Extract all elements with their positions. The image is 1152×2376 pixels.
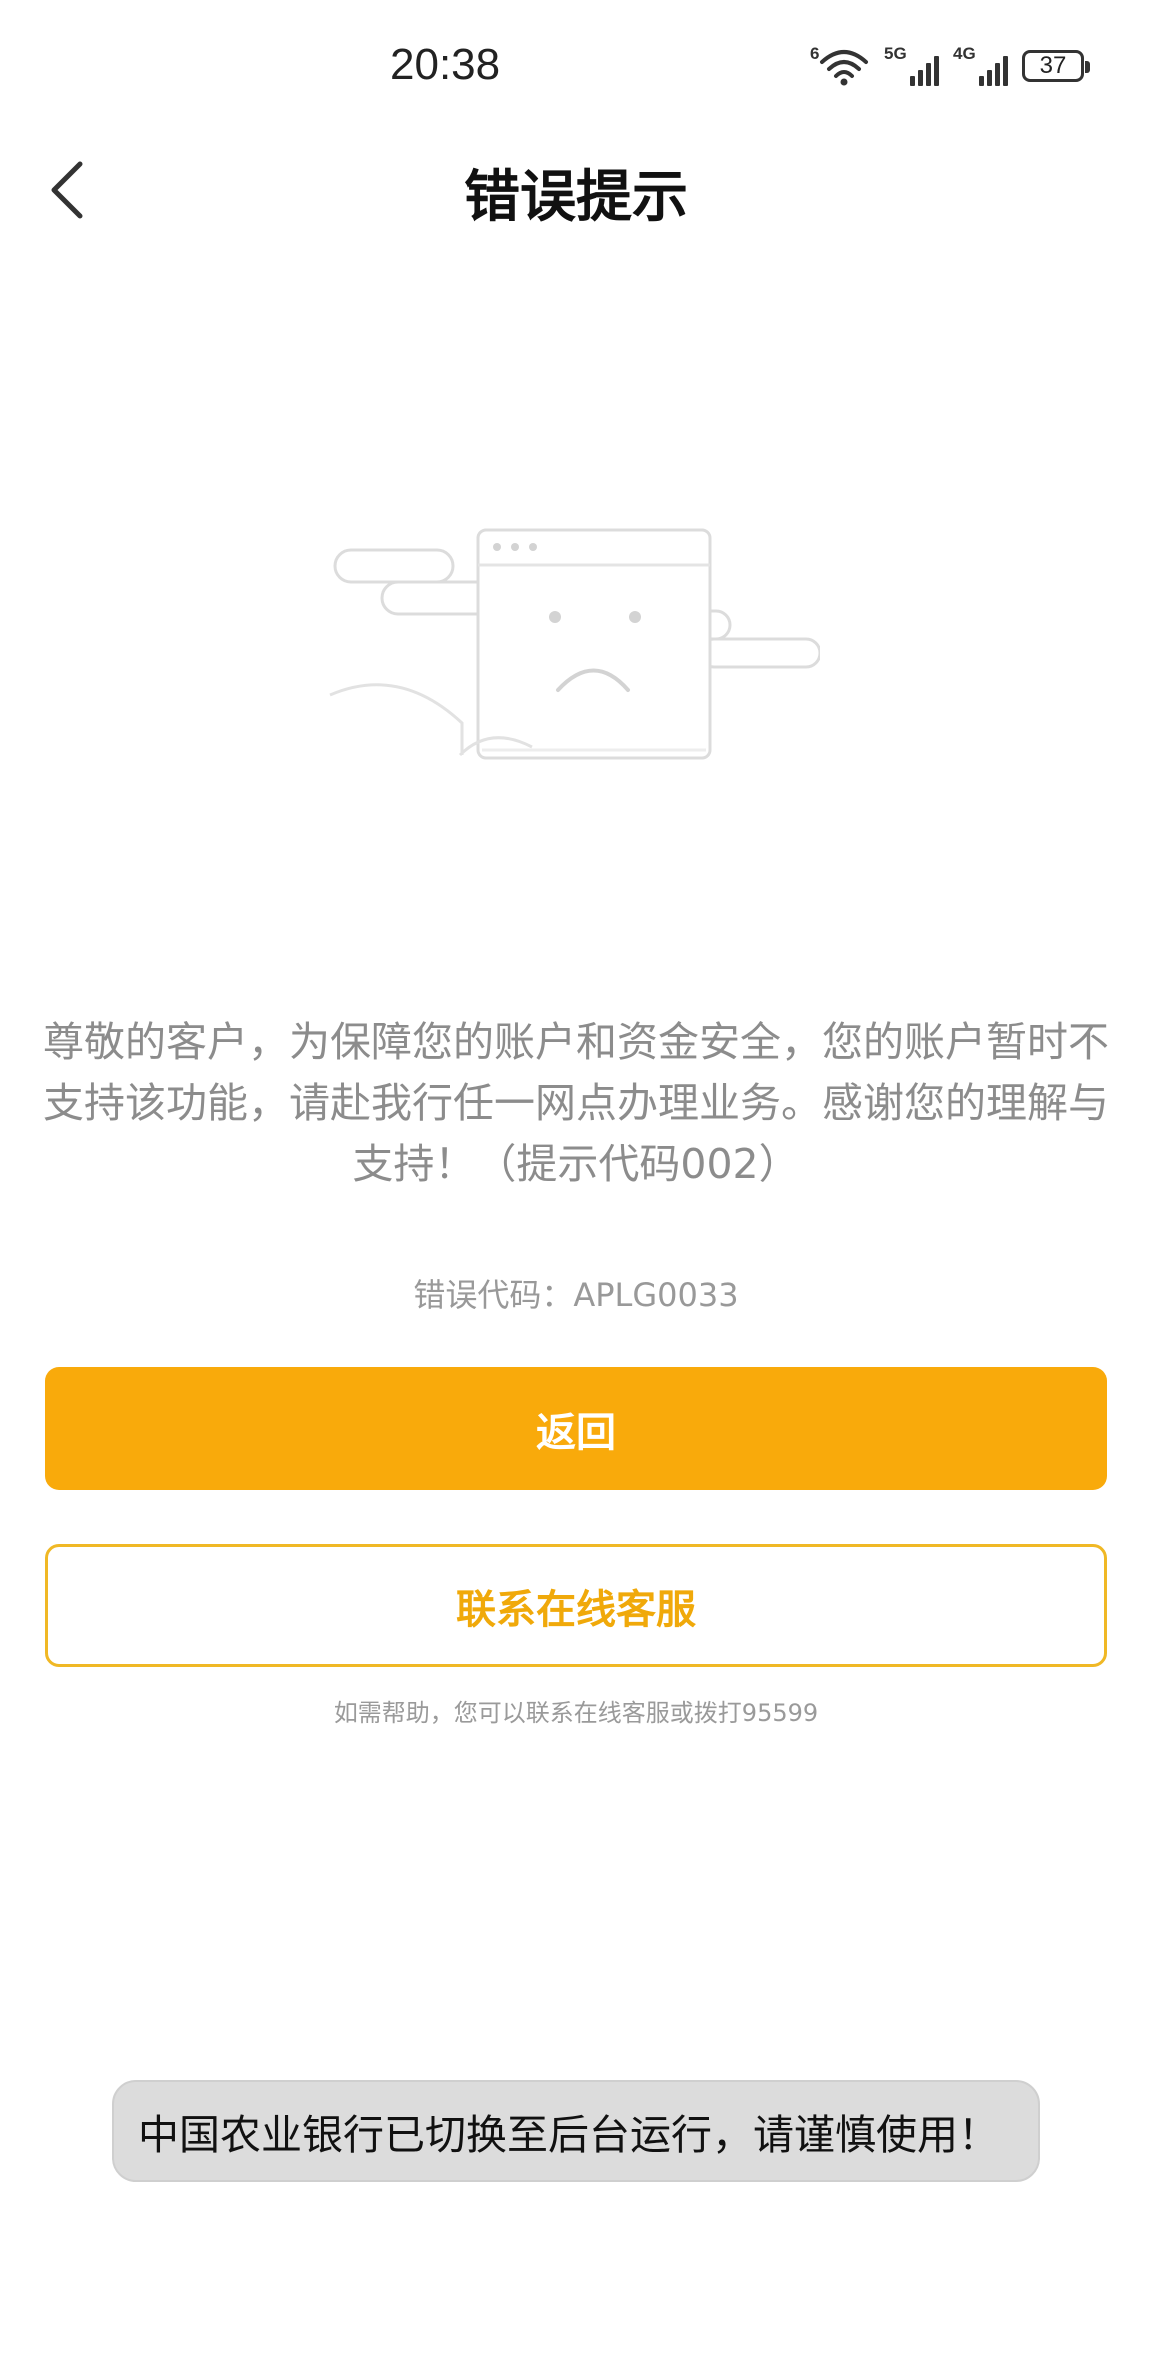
toast-text: 中国农业银行已切换至后台运行，请谨慎使用！ — [138, 2111, 999, 2159]
contact-online-service-label: 联系在线客服 — [456, 1586, 696, 1633]
sim2-label: 4G — [953, 44, 976, 63]
help-text: 如需帮助，您可以联系在线客服或拨打95599 — [333, 1699, 819, 1727]
wifi-icon: 6 — [810, 44, 870, 86]
status-bar: 20:38 6 5G 4G 37 — [0, 0, 1152, 130]
signal-4g-icon: 4G — [953, 44, 1008, 86]
contact-online-service-button[interactable]: 联系在线客服 — [45, 1544, 1107, 1667]
signal-5g-icon: 5G — [884, 44, 939, 86]
wifi-label: 6 — [810, 44, 820, 63]
nav-bar: 错误提示 — [0, 130, 1152, 250]
error-message: 尊敬的客户，为保障您的账户和资金安全，您的账户暂时不支持该功能，请赴我行任一网点… — [43, 1018, 1109, 1188]
status-time: 20:38 — [390, 40, 501, 89]
page-title: 错误提示 — [464, 165, 688, 230]
sad-browser-window-illustration — [320, 515, 822, 765]
battery-level: 37 — [1039, 52, 1067, 79]
return-button-label: 返回 — [536, 1409, 616, 1456]
sim1-label: 5G — [884, 44, 907, 63]
status-icons: 6 5G 4G 37 — [810, 44, 1090, 88]
background-warning-toast: 中国农业银行已切换至后台运行，请谨慎使用！ — [112, 2080, 1040, 2182]
battery-icon: 37 — [1022, 50, 1090, 82]
error-code: 错误代码：APLG0033 — [413, 1276, 739, 1314]
return-button[interactable]: 返回 — [45, 1367, 1107, 1490]
